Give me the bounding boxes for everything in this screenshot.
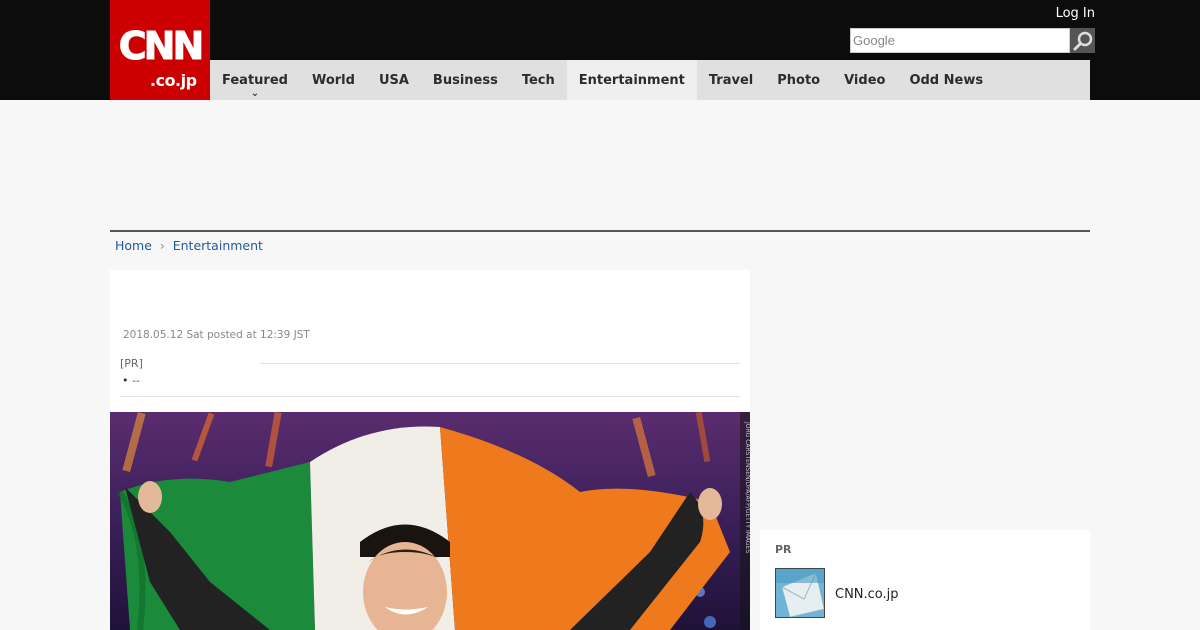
breadcrumb-section[interactable]: Entertainment [173,238,263,253]
search-button[interactable] [1070,28,1095,53]
nav-item-video[interactable]: Video [832,60,897,100]
nav-item-travel[interactable]: Travel [697,60,765,100]
nav-item-tech[interactable]: Tech [510,60,567,100]
nav-label: Photo [777,72,821,88]
nav-label: Featured [222,72,288,88]
bullet-icon: • [122,374,132,387]
nav-label: Tech [521,72,555,88]
sidebar-pr-name[interactable]: CNN.co.jp [835,587,899,602]
logo-suffix: .co.jp [150,71,197,90]
nav-item-entertainment[interactable]: Entertainment [566,60,697,100]
main-nav: Featured ⌄ World USA Business Tech Enter… [210,60,1090,100]
divider [120,396,740,397]
sidebar-pr-title: PR [775,543,792,556]
nav-item-world[interactable]: World [300,60,367,100]
article-date: 2018.05.12 Sat posted at 12:39 JST [123,329,310,341]
envelope-icon [776,569,824,617]
sidebar-pr-box: PR CNN.co.jp [760,530,1090,630]
divider [260,363,740,364]
chevron-right-icon: › [159,238,165,253]
nav-item-business[interactable]: Business [421,60,510,100]
nav-item-photo[interactable]: Photo [765,60,832,100]
nav-item-odd-news[interactable]: Odd News [897,60,995,100]
sidebar-pr-thumbnail[interactable] [775,568,825,618]
search-input[interactable]: Google [850,28,1070,53]
photo-image: JORG CARSTENSEN/DPA/AFP/GETTY IMAGES [110,412,750,630]
article-photo[interactable]: JORG CARSTENSEN/DPA/AFP/GETTY IMAGES [110,412,750,630]
pr-label: [PR] [120,357,143,370]
content-divider [110,230,1090,232]
nav-label: Odd News [909,72,984,88]
nav-label: World [311,72,355,88]
nav-item-usa[interactable]: USA [367,60,421,100]
article-card: 2018.05.12 Sat posted at 12:39 JST [PR] … [110,270,750,630]
breadcrumb-home[interactable]: Home [115,238,152,253]
nav-label: Entertainment [578,72,685,88]
cnn-logo[interactable]: CNN .co.jp [110,0,210,100]
magnifier-icon [1073,31,1092,50]
breadcrumb: Home › Entertainment [115,238,263,253]
nav-label: Video [844,72,886,88]
pr-link-text: -- [132,374,140,387]
logo-wordmark: CNN [118,24,205,68]
svg-text:JORG CARSTENSEN/DPA/AFP/GETTY: JORG CARSTENSEN/DPA/AFP/GETTY IMAGES [744,421,750,553]
nav-item-featured[interactable]: Featured ⌄ [210,60,300,100]
nav-label: USA [378,72,409,88]
pr-link[interactable]: • -- [122,374,140,387]
chevron-down-icon: ⌄ [250,88,260,99]
login-link[interactable]: Log In [1056,6,1095,21]
nav-label: Travel [708,72,754,88]
nav-label: Business [432,72,498,88]
